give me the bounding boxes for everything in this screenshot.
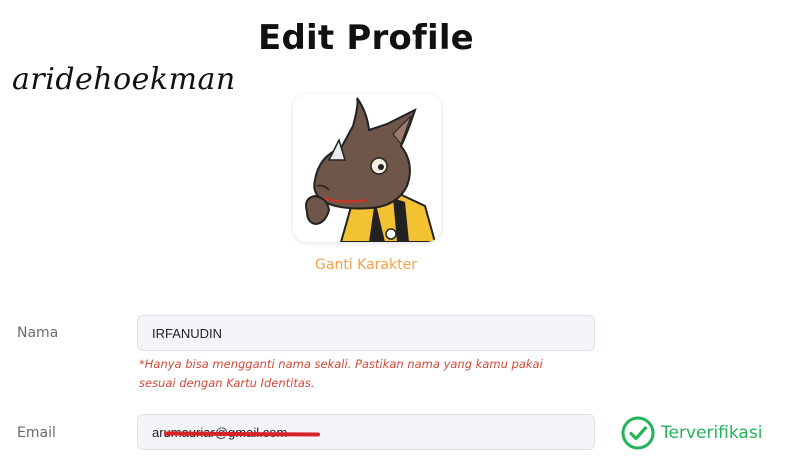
name-hint: *Hanya bisa mengganti nama sekali. Pasti… (139, 357, 543, 390)
email-label: Email (17, 425, 56, 441)
email-verified-badge: Terverifikasi (621, 416, 762, 450)
verified-status-text: Terverifikasi (661, 423, 763, 443)
rhino-character-image (293, 94, 441, 242)
page-title: Edit Profile (258, 18, 474, 58)
watermark-signature: aridehoekman (12, 62, 236, 97)
change-character-link[interactable]: Ganti Karakter (0, 257, 732, 273)
name-field[interactable] (137, 315, 595, 351)
character-avatar[interactable] (293, 94, 441, 242)
check-circle-icon (621, 416, 655, 450)
name-label: Nama (17, 325, 59, 341)
